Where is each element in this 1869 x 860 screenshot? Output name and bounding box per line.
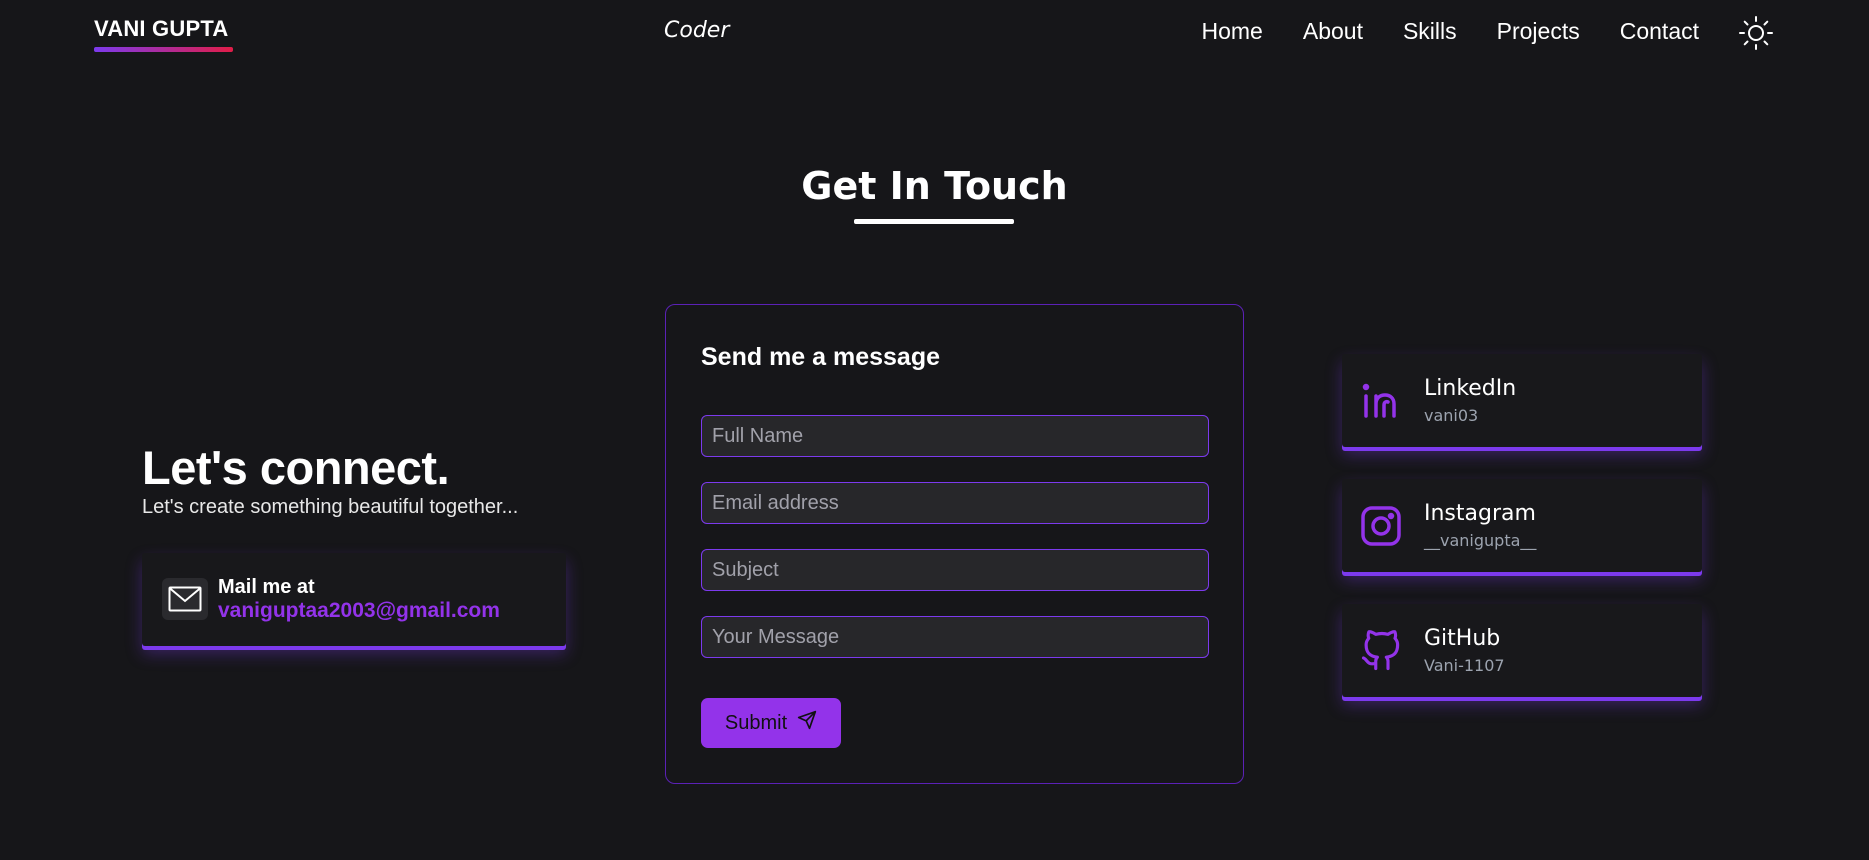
submit-label: Submit (724, 711, 788, 734)
linkedin-name: LinkedIn (1424, 376, 1517, 401)
brand-underline (94, 47, 233, 52)
message-input[interactable] (701, 616, 1209, 658)
navbar: VANI GUPTA Coder Home About Skills Proje… (0, 0, 1869, 70)
nav-link-projects[interactable]: Projects (1497, 18, 1580, 45)
sun-icon[interactable] (1738, 15, 1774, 51)
form-title: Send me a message (701, 343, 941, 371)
github-card[interactable]: GitHub Vani-1107 (1342, 604, 1702, 697)
connect-subtitle: Let's create something beautiful togethe… (142, 496, 519, 518)
mail-label: Mail me at (218, 576, 315, 598)
github-name: GitHub (1424, 626, 1501, 651)
section-title: Get In Touch (801, 164, 1068, 208)
subject-input[interactable] (701, 549, 1209, 591)
send-icon (797, 710, 817, 736)
github-icon (1360, 630, 1402, 672)
nav-link-contact[interactable]: Contact (1620, 18, 1699, 45)
mail-address-link[interactable]: vaniguptaa2003@gmail.com (218, 599, 500, 623)
nav-link-skills[interactable]: Skills (1403, 18, 1457, 45)
brand-logo[interactable]: VANI GUPTA (94, 16, 228, 42)
role-text: Coder (664, 18, 730, 43)
title-underline (854, 219, 1014, 224)
mail-icon (162, 578, 208, 620)
mail-card: Mail me at vaniguptaa2003@gmail.com (142, 553, 566, 646)
email-input[interactable] (701, 482, 1209, 524)
instagram-icon (1360, 505, 1402, 547)
instagram-handle: __vanigupta__ (1424, 531, 1537, 550)
linkedin-handle: vani03 (1424, 406, 1479, 425)
github-handle: Vani-1107 (1424, 656, 1505, 675)
instagram-card[interactable]: Instagram __vanigupta__ (1342, 479, 1702, 572)
nav-link-home[interactable]: Home (1202, 18, 1263, 45)
linkedin-icon (1360, 380, 1402, 422)
contact-form: Send me a message Submit (665, 304, 1244, 784)
full-name-input[interactable] (701, 415, 1209, 457)
submit-button[interactable]: Submit (701, 698, 841, 748)
instagram-name: Instagram (1424, 501, 1536, 526)
nav-link-about[interactable]: About (1303, 18, 1363, 45)
connect-title: Let's connect. (142, 441, 450, 494)
linkedin-card[interactable]: LinkedIn vani03 (1342, 354, 1702, 447)
nav-links: Home About Skills Projects Contact (1202, 18, 1700, 45)
